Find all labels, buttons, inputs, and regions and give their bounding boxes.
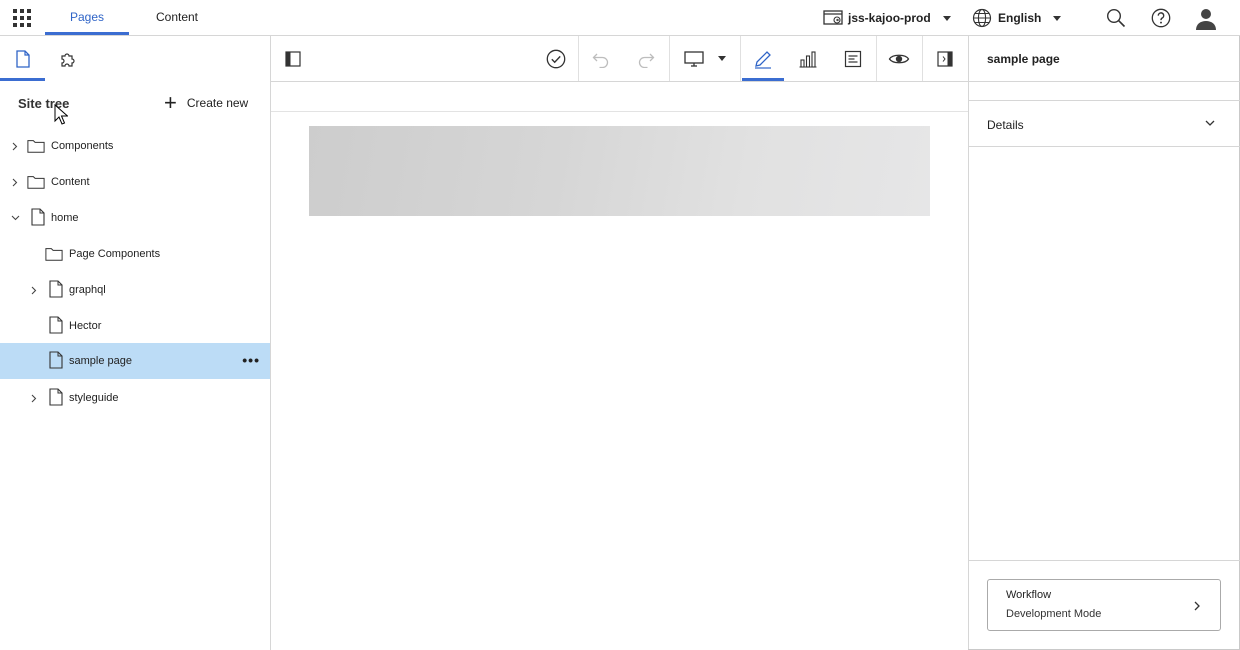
page-details-button[interactable] <box>831 36 875 81</box>
top-bar: Pages Content jss-kajoo-prod English <box>0 0 1240 36</box>
tree-item-hector[interactable]: Hector <box>0 308 270 344</box>
tree-item-label: Hector <box>69 320 102 332</box>
chevron-right-icon[interactable] <box>10 177 20 187</box>
page-content-placeholder[interactable] <box>309 126 930 216</box>
editor-toolbar <box>271 36 968 82</box>
collapse-left-panel-icon <box>285 50 301 67</box>
check-circle-icon <box>546 49 566 68</box>
page-icon <box>49 316 63 334</box>
plus-icon: + <box>164 90 177 115</box>
workflow-title: Workflow <box>1006 589 1052 601</box>
help-button[interactable] <box>1149 6 1173 30</box>
page-editor <box>271 36 968 650</box>
create-new-button[interactable]: + Create new <box>164 90 249 115</box>
search-icon <box>1106 8 1126 28</box>
language-selector[interactable]: English <box>972 0 1062 36</box>
page-icon <box>15 49 30 68</box>
undo-icon <box>592 53 609 68</box>
device-selector[interactable] <box>670 36 740 81</box>
search-button[interactable] <box>1104 6 1128 30</box>
collapse-right-panel-icon <box>937 50 953 67</box>
undo-button[interactable] <box>579 36 623 81</box>
site-selector-label: jss-kajoo-prod <box>848 11 931 25</box>
redo-button[interactable] <box>624 36 668 81</box>
collapse-left-panel-button[interactable] <box>271 36 315 81</box>
tree-item-label: Page Components <box>69 248 161 260</box>
user-avatar-button[interactable] <box>1194 6 1218 30</box>
site-tree-panel: Site tree + Create new Components Conten… <box>0 36 271 650</box>
user-avatar-icon <box>1196 9 1216 30</box>
puzzle-icon <box>60 52 75 67</box>
site-icon <box>823 10 843 25</box>
app-window: Pages Content jss-kajoo-prod English Sit… <box>0 0 1240 650</box>
tree-item-label: Components <box>51 140 114 152</box>
page-icon <box>49 351 63 369</box>
chevron-down-icon[interactable] <box>10 213 20 223</box>
chevron-down-icon <box>718 56 726 61</box>
help-icon <box>1151 8 1171 28</box>
chevron-down-icon <box>1205 120 1215 126</box>
workflow-state: Development Mode <box>1006 608 1102 620</box>
tab-pages-tree[interactable] <box>0 36 45 81</box>
folder-icon <box>27 176 45 189</box>
properties-panel: sample page Details Workflow Development… <box>968 36 1240 649</box>
tree-item-components[interactable]: Components <box>0 128 270 164</box>
edit-pencil-icon <box>755 50 771 69</box>
page-icon <box>31 208 45 226</box>
language-label: English <box>998 11 1042 25</box>
preview-eye-icon <box>888 54 910 63</box>
chevron-right-icon[interactable] <box>29 393 39 403</box>
chevron-down-icon <box>942 15 951 21</box>
analytics-chart-icon <box>799 50 817 68</box>
redo-icon <box>638 53 655 68</box>
desktop-device-icon <box>684 50 704 67</box>
tree-item-label: Content <box>51 176 90 188</box>
edit-mode-button[interactable] <box>741 36 785 81</box>
folder-icon <box>45 248 63 261</box>
left-panel-tabs <box>0 36 270 81</box>
apps-grid-icon[interactable] <box>13 9 31 27</box>
tree-item-label: graphql <box>69 284 106 296</box>
create-new-label: Create new <box>186 96 249 110</box>
chevron-right-icon[interactable] <box>10 141 20 151</box>
divider <box>969 560 1240 561</box>
chevron-right-icon <box>1194 601 1200 611</box>
workflow-card[interactable]: Workflow Development Mode <box>987 579 1221 631</box>
folder-icon <box>27 140 45 153</box>
tab-components[interactable] <box>45 36 90 81</box>
tree-item-graphql[interactable]: graphql <box>0 272 270 308</box>
page-icon <box>49 280 63 298</box>
globe-icon <box>972 8 992 28</box>
site-tree-title: Site tree <box>18 96 70 111</box>
tree-item-sample-page[interactable]: sample page ••• <box>0 343 270 379</box>
tab-pages[interactable]: Pages <box>45 0 129 36</box>
preview-button[interactable] <box>877 36 921 81</box>
chevron-down-icon <box>1053 15 1062 21</box>
page-icon <box>49 388 63 406</box>
tab-content[interactable]: Content <box>135 0 219 36</box>
tree-item-label: sample page <box>69 355 132 367</box>
selected-page-title: sample page <box>987 52 1060 66</box>
chevron-right-icon[interactable] <box>29 285 39 295</box>
details-section-header[interactable]: Details <box>969 101 1240 147</box>
tree-item-home[interactable]: home <box>0 200 270 236</box>
tree-item-label: styleguide <box>69 392 119 404</box>
tree-item-page-components[interactable]: Page Components <box>0 236 270 272</box>
details-label: Details <box>987 118 1024 132</box>
tree-item-label: home <box>51 212 79 224</box>
divider <box>969 81 1240 82</box>
page-details-icon <box>844 50 862 67</box>
analytics-button[interactable] <box>786 36 830 81</box>
site-selector[interactable]: jss-kajoo-prod <box>823 0 951 36</box>
more-options-icon[interactable]: ••• <box>242 353 260 367</box>
tree-item-content[interactable]: Content <box>0 164 270 200</box>
collapse-right-panel-button[interactable] <box>923 36 967 81</box>
tree-item-styleguide[interactable]: styleguide <box>0 380 270 416</box>
canvas-divider <box>271 111 968 112</box>
approve-button[interactable] <box>534 36 578 81</box>
